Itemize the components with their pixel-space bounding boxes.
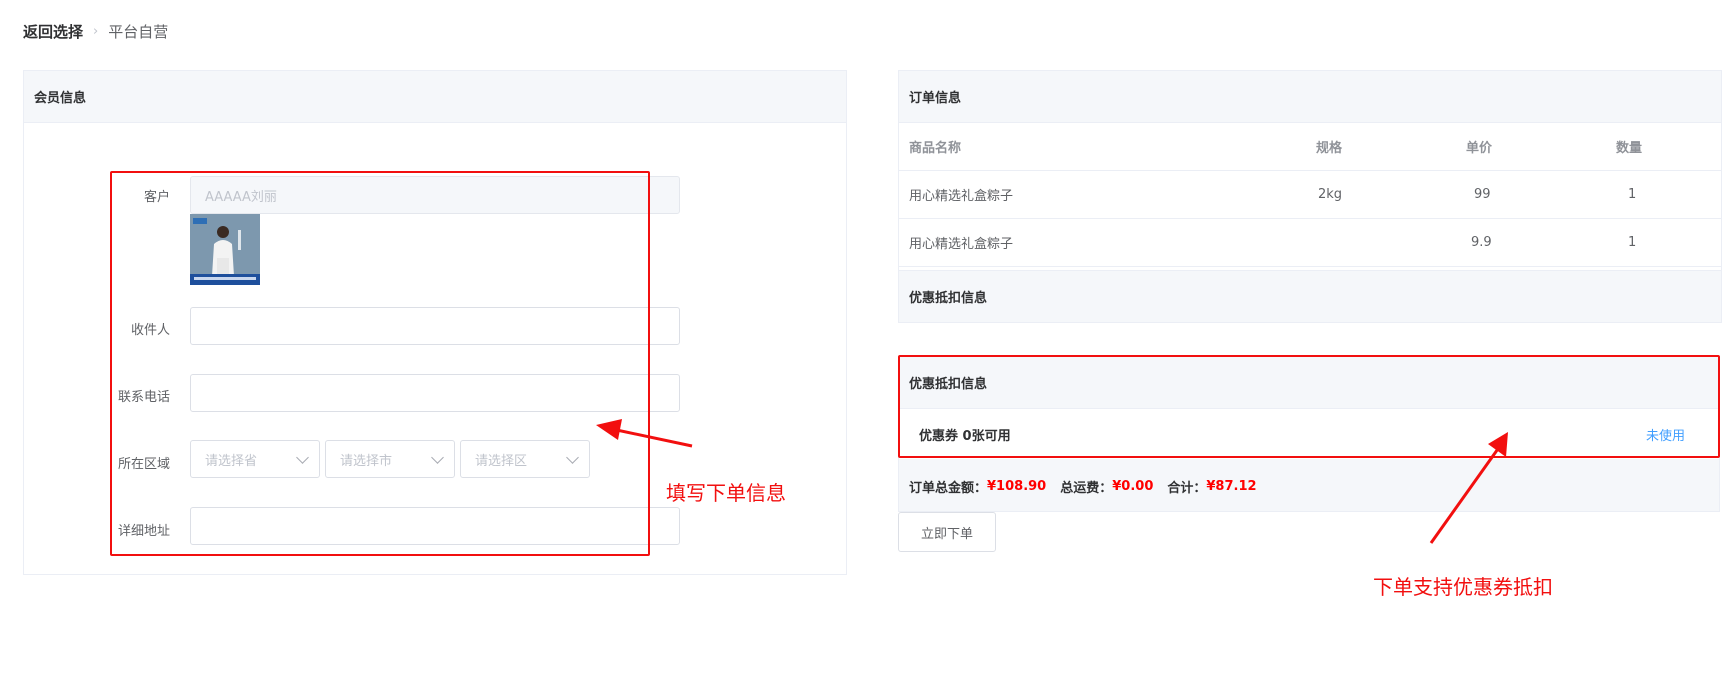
arrow-icon — [596, 419, 693, 448]
annotation-coupon-support: 下单支持优惠券抵扣 — [1373, 575, 1553, 599]
arrow-icon — [1429, 432, 1508, 544]
annotation-fill-info: 填写下单信息 — [666, 481, 786, 505]
